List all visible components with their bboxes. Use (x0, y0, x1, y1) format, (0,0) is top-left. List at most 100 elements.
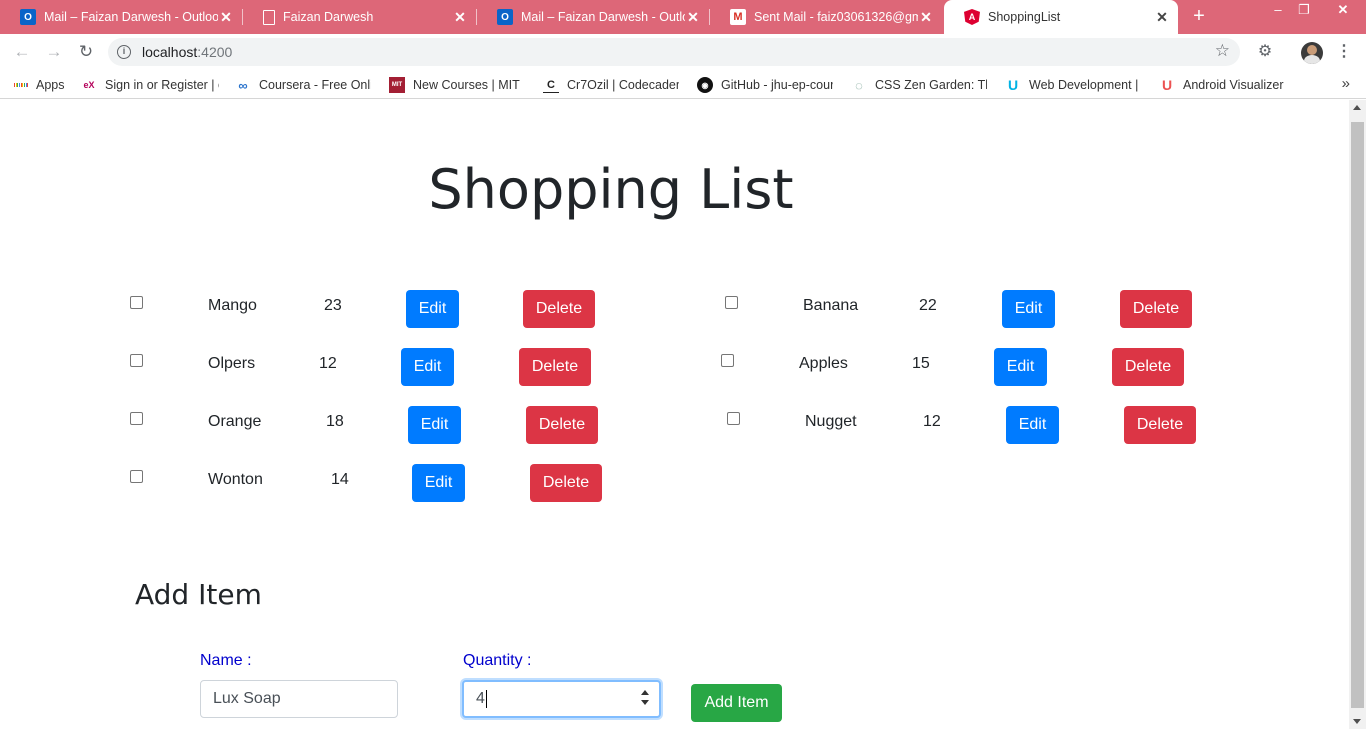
reload-icon[interactable]: ↻ (74, 40, 98, 64)
more-bookmarks-icon[interactable]: » (1342, 75, 1350, 92)
name-input[interactable]: Lux Soap (200, 680, 398, 718)
edit-button[interactable]: Edit (994, 348, 1047, 386)
browser-tab[interactable]: O Mail – Faizan Darwesh - Outlook ✕ (0, 0, 242, 34)
delete-button[interactable]: Delete (1112, 348, 1184, 386)
item-name: Orange (208, 413, 262, 430)
stepper-down-icon[interactable] (641, 700, 649, 705)
extension-gear-icon[interactable]: ⚙ (1253, 40, 1277, 64)
site-info-icon[interactable]: i (117, 45, 131, 59)
bookmark-star-icon[interactable]: ☆ (1215, 41, 1230, 61)
bookmark-coursera[interactable]: ∞ Coursera - Free Online Courses (235, 76, 371, 94)
quantity-label: Quantity : (463, 652, 532, 669)
browser-tab-strip: O Mail – Faizan Darwesh - Outlook ✕ Faiz… (0, 0, 1366, 34)
delete-button[interactable]: Delete (523, 290, 595, 328)
add-item-heading: Add Item (135, 578, 262, 611)
udacity-icon: U (1007, 77, 1019, 93)
quantity-stepper[interactable] (641, 690, 649, 708)
item-name: Apples (799, 355, 848, 372)
vertical-scrollbar[interactable] (1349, 100, 1366, 729)
delete-button[interactable]: Delete (530, 464, 602, 502)
delete-button[interactable]: Delete (1124, 406, 1196, 444)
close-tab-icon[interactable]: ✕ (918, 9, 934, 26)
bookmark-android-visualizer[interactable]: U Android Visualizer (1159, 76, 1284, 94)
tab-title: ShoppingList (988, 10, 1061, 24)
coursera-icon: ∞ (238, 77, 248, 93)
new-tab-button[interactable]: + (1188, 5, 1210, 27)
github-icon: ◉ (697, 77, 713, 93)
outlook-icon: O (20, 9, 36, 25)
delete-button[interactable]: Delete (526, 406, 598, 444)
item-quantity: 15 (912, 355, 930, 372)
address-bar[interactable]: i localhost:4200 ☆ (108, 38, 1240, 66)
add-item-button[interactable]: Add Item (691, 684, 782, 722)
close-tab-icon[interactable]: ✕ (452, 9, 468, 26)
stepper-up-icon[interactable] (641, 690, 649, 695)
document-icon (263, 9, 275, 25)
browser-tab-active[interactable]: A ShoppingList ✕ (944, 0, 1178, 34)
scrollbar-thumb[interactable] (1351, 122, 1364, 708)
list-item: Wonton 14 Edit Delete (130, 464, 610, 502)
bookmark-label: Cr7Ozil | Codecademy (567, 78, 679, 92)
browser-toolbar: ← → ↻ i localhost:4200 ☆ ⚙ ⋮ (0, 34, 1366, 70)
menu-kebab-icon[interactable]: ⋮ (1332, 40, 1356, 64)
close-tab-icon[interactable]: ✕ (1154, 9, 1170, 26)
edx-icon: eX (83, 80, 95, 90)
tab-title: Mail – Faizan Darwesh - Outlook (44, 10, 218, 24)
edit-button[interactable]: Edit (401, 348, 454, 386)
item-checkbox[interactable] (130, 354, 143, 367)
tab-title: Sent Mail - faiz03061326@gmail.com (754, 10, 918, 24)
angular-icon: A (964, 9, 980, 25)
scroll-down-icon[interactable] (1353, 719, 1361, 724)
item-name: Nugget (805, 413, 857, 430)
item-checkbox[interactable] (725, 296, 738, 309)
bookmark-zen-garden[interactable]: ◌ CSS Zen Garden: The Beauty of CSS Desi… (851, 76, 987, 94)
list-item: Apples 15 Edit Delete (721, 348, 1191, 386)
delete-button[interactable]: Delete (519, 348, 591, 386)
bookmark-github[interactable]: ◉ GitHub - jhu-ep-coursera (697, 76, 833, 94)
bookmark-label: CSS Zen Garden: The Beauty of CSS Design (875, 78, 987, 92)
bookmark-label: Coursera - Free Online Courses (259, 78, 371, 92)
quantity-input[interactable]: 4 (462, 680, 661, 718)
browser-tab[interactable]: M Sent Mail - faiz03061326@gmail.com ✕ (710, 0, 942, 34)
list-item: Olpers 12 Edit Delete (130, 348, 600, 386)
address-url: localhost:4200 (142, 44, 233, 60)
profile-avatar[interactable] (1301, 42, 1323, 64)
list-item: Mango 23 Edit Delete (130, 290, 600, 328)
item-checkbox[interactable] (727, 412, 740, 425)
restore-icon[interactable]: ❐ (1289, 0, 1319, 22)
browser-tab[interactable]: O Mail – Faizan Darwesh - Outlook ✕ (477, 0, 709, 34)
edit-button[interactable]: Edit (1002, 290, 1055, 328)
item-name: Mango (208, 297, 257, 314)
item-checkbox[interactable] (721, 354, 734, 367)
edit-button[interactable]: Edit (408, 406, 461, 444)
bookmark-label: Apps (36, 78, 65, 92)
edit-button[interactable]: Edit (406, 290, 459, 328)
window-close-icon[interactable]: ✕ (1324, 0, 1362, 22)
close-tab-icon[interactable]: ✕ (685, 9, 701, 26)
edit-button[interactable]: Edit (412, 464, 465, 502)
bookmark-apps[interactable]: Apps (14, 76, 65, 94)
back-icon[interactable]: ← (10, 40, 34, 64)
item-quantity: 22 (919, 297, 937, 314)
delete-button[interactable]: Delete (1120, 290, 1192, 328)
item-checkbox[interactable] (130, 470, 143, 483)
close-tab-icon[interactable]: ✕ (218, 9, 234, 26)
bookmark-udacity[interactable]: U Web Development | Udacity (1005, 76, 1141, 94)
item-quantity: 18 (326, 413, 344, 430)
scroll-up-icon[interactable] (1353, 105, 1361, 110)
browser-tab[interactable]: Faizan Darwesh ✕ (243, 0, 476, 34)
mit-ocw-icon: MIT (389, 77, 405, 93)
item-quantity: 12 (319, 355, 337, 372)
item-quantity: 23 (324, 297, 342, 314)
item-checkbox[interactable] (130, 412, 143, 425)
item-checkbox[interactable] (130, 296, 143, 309)
forward-icon[interactable]: → (42, 40, 66, 64)
list-item: Nugget 12 Edit Delete (727, 406, 1197, 444)
name-label: Name : (200, 652, 252, 669)
bookmark-label: New Courses | MIT OpenCourseWare (413, 78, 523, 92)
bookmark-codecademy[interactable]: C Cr7Ozil | Codecademy (543, 76, 679, 94)
list-item: Orange 18 Edit Delete (130, 406, 600, 444)
bookmark-mit[interactable]: MIT New Courses | MIT OpenCourseWare (389, 76, 523, 94)
edit-button[interactable]: Edit (1006, 406, 1059, 444)
bookmark-edx[interactable]: eX Sign in or Register | edX (81, 76, 219, 94)
